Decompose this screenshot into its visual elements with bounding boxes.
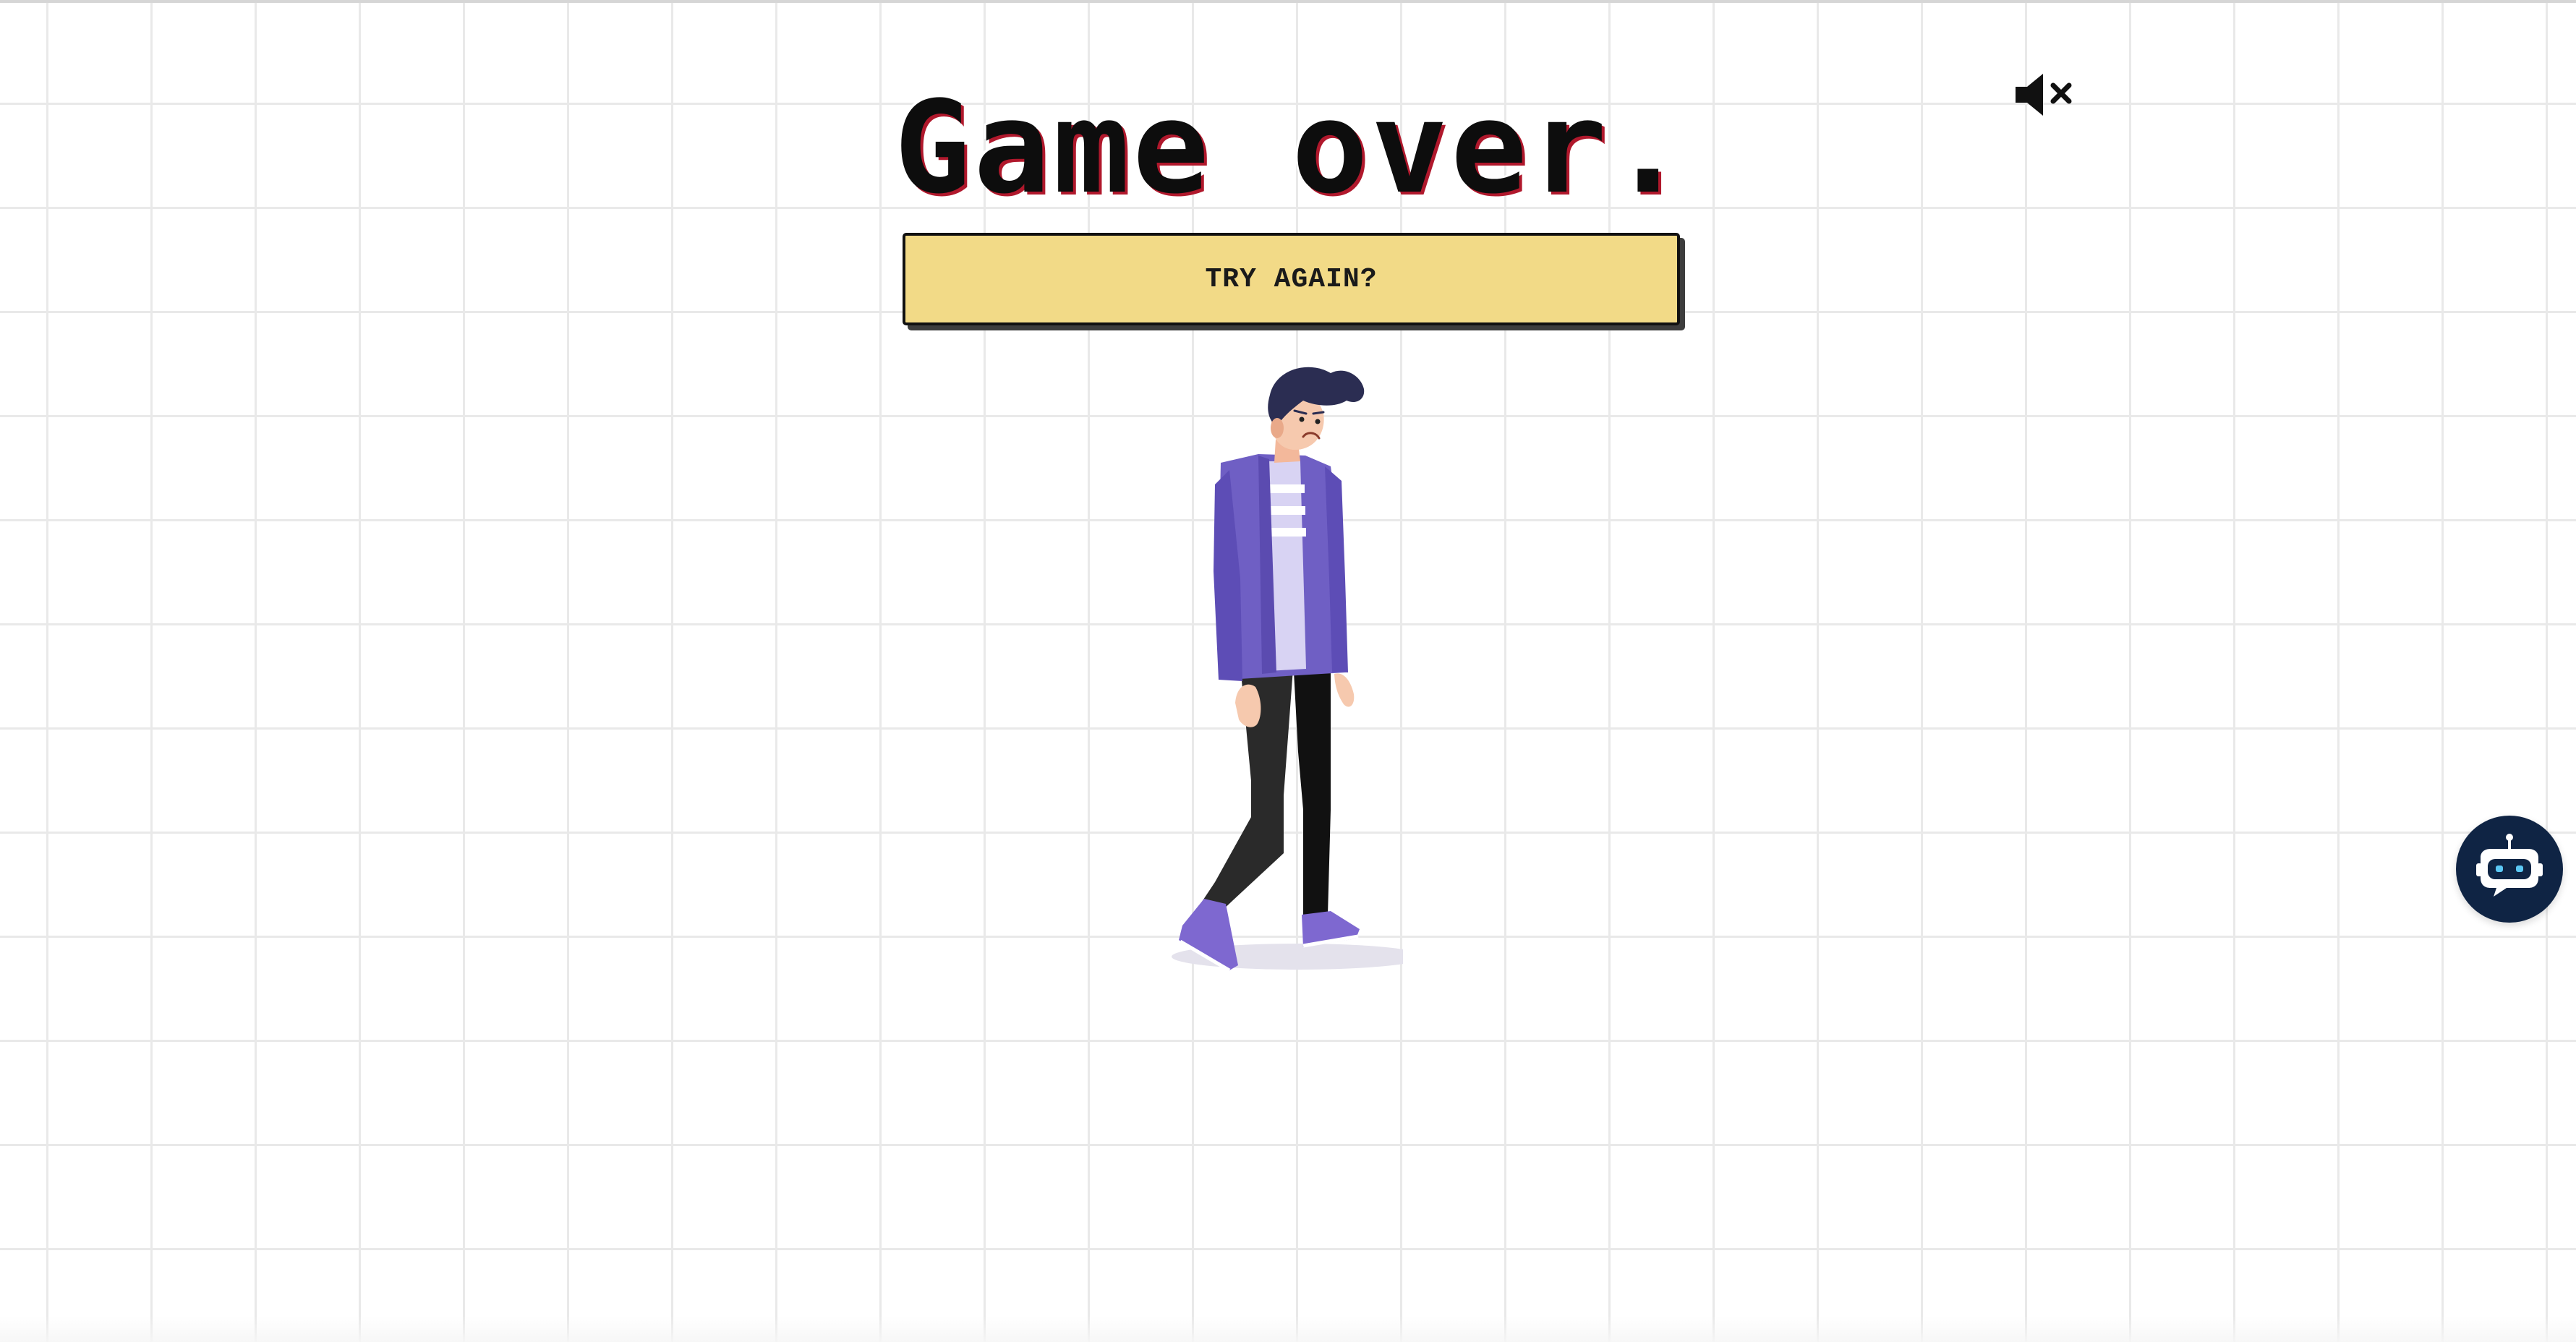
sound-toggle[interactable] [2013, 69, 2073, 120]
sad-character-illustration [1114, 347, 1403, 983]
game-over-title: Game over. [894, 74, 1689, 222]
chatbot-button[interactable] [2456, 816, 2563, 923]
try-again-button[interactable]: TRY AGAIN? [903, 233, 1680, 325]
bottom-fade [0, 1316, 2576, 1342]
robot-chat-icon [2476, 834, 2543, 897]
top-divider [0, 0, 2576, 3]
speaker-muted-icon [2016, 74, 2072, 116]
